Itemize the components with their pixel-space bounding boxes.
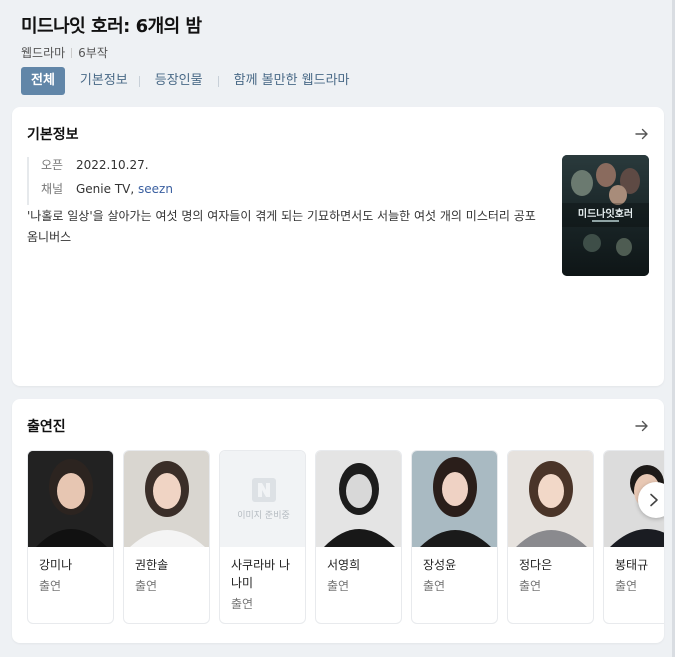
channel-link-seezn[interactable]: seezn <box>138 182 173 196</box>
arrow-right-icon[interactable] <box>634 418 650 434</box>
cast-role: 출연 <box>615 579 638 593</box>
svg-text:미드나잇호러: 미드나잇호러 <box>578 207 633 220</box>
cast-member[interactable]: 정다은 출연 <box>507 450 594 624</box>
basic-info-title: 기본정보 <box>27 127 79 143</box>
tab-all[interactable]: 전체 <box>21 67 65 95</box>
channel-primary: Genie TV, <box>76 182 135 196</box>
cast-name: 권한솔 <box>135 558 169 572</box>
cast-name: 서영희 <box>327 558 361 572</box>
cast-header: 출연진 <box>27 415 650 437</box>
cast-role: 출연 <box>327 579 350 593</box>
poster-image[interactable]: 미드나잇호러 <box>562 155 649 276</box>
page-header: 미드나잇 호러: 6개의 밤 웹드라마 6부작 <box>21 12 663 61</box>
cast-name: 강미나 <box>39 558 73 572</box>
cast-photo <box>124 451 209 547</box>
cast-role: 출연 <box>423 579 446 593</box>
cast-name: 장성윤 <box>423 558 457 572</box>
cast-role: 출연 <box>231 597 254 611</box>
cast-member[interactable]: 서영희 출연 <box>315 450 402 624</box>
tab-bar: 전체 기본정보 등장인물 함께 볼만한 웹드라마 <box>21 67 365 95</box>
cast-role: 출연 <box>135 579 158 593</box>
tab-basic-info[interactable]: 기본정보 <box>69 67 139 95</box>
cast-name: 사쿠라바 나나미 <box>231 558 291 590</box>
cast-name: 봉태규 <box>615 558 649 572</box>
basic-info-header: 기본정보 <box>27 123 650 145</box>
info-row-channel: 채널 Genie TV, seezn <box>41 181 173 205</box>
meta-divider <box>71 47 73 58</box>
cast-member[interactable]: 이미지 준비중 사쿠라바 나나미 출연 <box>219 450 306 624</box>
info-row-open: 오픈 2022.10.27. <box>41 157 173 181</box>
cast-photo-placeholder: 이미지 준비중 <box>220 451 305 547</box>
cast-list: 강미나 출연 권한솔 출연 이미지 준비중 사쿠라바 나나미 출연 서영희 출연… <box>27 450 664 624</box>
info-list: 오픈 2022.10.27. 채널 Genie TV, seezn <box>27 157 173 205</box>
cast-photo <box>412 451 497 547</box>
channel-value: Genie TV, seezn <box>76 181 173 205</box>
cast-member[interactable]: 강미나 출연 <box>27 450 114 624</box>
cast-card-section: 출연진 강미나 출연 권한솔 출연 이미지 준비중 사쿠라바 나나미 출연 서영… <box>12 399 664 643</box>
tab-characters[interactable]: 등장인물 <box>140 67 218 95</box>
episodes-label: 6부작 <box>78 46 108 60</box>
cast-member[interactable]: 장성윤 출연 <box>411 450 498 624</box>
synopsis: '나홀로 일상'을 살아가는 여섯 명의 여자들이 겪게 되는 기묘하면서도 서… <box>27 209 536 244</box>
cast-role: 출연 <box>519 579 542 593</box>
cast-photo <box>316 451 401 547</box>
channel-label: 채널 <box>41 182 64 196</box>
cast-member[interactable]: 봉태규 출연 <box>603 450 664 624</box>
naver-n-icon <box>251 477 276 502</box>
cast-title: 출연진 <box>27 419 66 435</box>
basic-info-card: 기본정보 오픈 2022.10.27. 채널 Genie TV, seezn '… <box>12 107 664 386</box>
arrow-right-icon[interactable] <box>634 126 650 142</box>
open-date: 2022.10.27. <box>76 158 149 172</box>
cast-role: 출연 <box>39 579 62 593</box>
title-meta: 웹드라마 6부작 <box>21 44 663 61</box>
cast-name: 정다은 <box>519 558 553 572</box>
genre-label: 웹드라마 <box>21 46 66 60</box>
placeholder-text: 이미지 준비중 <box>237 510 290 521</box>
page-title: 미드나잇 호러: 6개의 밤 <box>21 16 202 37</box>
open-label: 오픈 <box>41 158 64 172</box>
cast-member[interactable]: 권한솔 출연 <box>123 450 210 624</box>
cast-photo <box>508 451 593 547</box>
tab-recommended[interactable]: 함께 볼만한 웹드라마 <box>219 67 365 95</box>
cast-photo <box>28 451 113 547</box>
chevron-right-icon <box>650 493 658 507</box>
